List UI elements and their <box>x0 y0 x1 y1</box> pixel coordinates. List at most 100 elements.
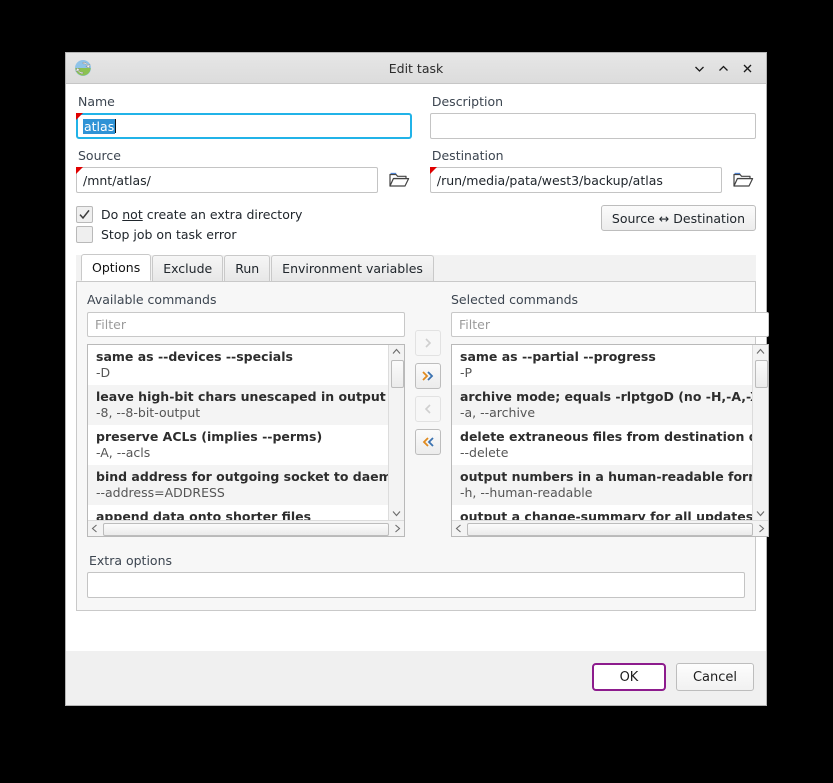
list-item[interactable]: output numbers in a human-readable forma… <box>452 465 752 505</box>
scroll-right-icon[interactable] <box>391 522 404 535</box>
scroll-thumb[interactable] <box>755 360 768 388</box>
list-item-title: bind address for outgoing socket to daem… <box>96 469 388 484</box>
list-item[interactable]: delete extraneous files from destination… <box>452 425 752 465</box>
list-item[interactable]: output a change-summary for all updates <box>452 505 752 520</box>
ok-button[interactable]: OK <box>591 663 666 691</box>
tab-options[interactable]: Options <box>81 254 152 281</box>
scroll-track[interactable] <box>389 358 404 507</box>
description-field-group: Description <box>429 94 756 139</box>
scroll-up-icon[interactable] <box>756 345 765 358</box>
transfer-buttons <box>405 292 451 455</box>
checkbox-label-post: create an extra directory <box>142 207 303 222</box>
command-lists: Available commands Filter same as --devi… <box>87 292 769 537</box>
sync-icon <box>74 59 92 77</box>
checkbox-box <box>76 206 93 223</box>
list-item-title: same as --partial --progress <box>460 349 656 364</box>
checkbox-stop-on-error[interactable]: Stop job on task error <box>76 226 591 243</box>
list-item-flags: -D <box>96 365 111 380</box>
list-item[interactable]: same as --devices --specials -D <box>88 345 388 385</box>
modified-marker-icon <box>429 167 437 174</box>
list-item-title: delete extraneous files from destination… <box>460 429 752 444</box>
modified-marker-icon <box>76 113 83 120</box>
list-item[interactable]: archive mode; equals -rlptgoD (no -H,-A,… <box>452 385 752 425</box>
list-item[interactable]: preserve ACLs (implies --perms) -A, --ac… <box>88 425 388 465</box>
scroll-left-icon[interactable] <box>452 522 465 535</box>
description-input[interactable] <box>429 113 756 139</box>
selected-horizontal-scrollbar[interactable] <box>452 520 768 536</box>
add-all-button[interactable] <box>415 363 441 389</box>
available-items: same as --devices --specials -D leave hi… <box>88 345 388 520</box>
chevron-left-icon <box>424 404 431 414</box>
selected-filter-input[interactable]: Filter <box>451 312 769 337</box>
available-filter-input[interactable]: Filter <box>87 312 405 337</box>
list-item-flags: -A, --acls <box>96 445 151 460</box>
checkbox-label-accel: not <box>122 207 143 222</box>
swap-source-destination-button[interactable]: Source ↔ Destination <box>600 205 756 231</box>
swap-button-wrap: Source ↔ Destination <box>600 203 756 231</box>
chevron-up-icon[interactable] <box>712 57 734 79</box>
available-vertical-scrollbar[interactable] <box>388 345 404 520</box>
remove-one-button[interactable] <box>415 396 441 422</box>
source-input[interactable]: /mnt/atlas/ <box>76 167 378 193</box>
checkmark-icon <box>79 209 90 220</box>
name-field-group: Name atlas <box>76 94 412 139</box>
list-item[interactable]: append data onto shorter files <box>88 505 388 520</box>
source-browse-button[interactable] <box>386 167 412 193</box>
scroll-down-icon[interactable] <box>756 507 765 520</box>
list-item-title: same as --devices --specials <box>96 349 293 364</box>
scroll-track[interactable] <box>101 521 391 536</box>
scroll-thumb[interactable] <box>391 360 404 388</box>
tab-run[interactable]: Run <box>224 255 271 281</box>
selected-items: same as --partial --progress -P archive … <box>452 345 752 520</box>
name-input-value: atlas <box>83 118 116 134</box>
tab-exclude[interactable]: Exclude <box>152 255 224 281</box>
extra-options-input[interactable] <box>87 572 745 598</box>
available-commands-list[interactable]: same as --devices --specials -D leave hi… <box>87 344 405 537</box>
checkbox-no-extra-directory[interactable]: Do not create an extra directory <box>76 206 591 223</box>
selected-commands-list[interactable]: same as --partial --progress -P archive … <box>451 344 769 537</box>
available-horizontal-scrollbar[interactable] <box>88 520 404 536</box>
dialog-footer: OK Cancel <box>66 651 766 705</box>
add-one-button[interactable] <box>415 330 441 356</box>
list-item[interactable]: leave high-bit chars unescaped in output… <box>88 385 388 425</box>
close-icon[interactable] <box>736 57 758 79</box>
selected-vertical-scrollbar[interactable] <box>752 345 768 520</box>
list-item-title: archive mode; equals -rlptgoD (no -H,-A,… <box>460 389 752 404</box>
remove-all-button[interactable] <box>415 429 441 455</box>
list-item-title: leave high-bit chars unescaped in output <box>96 389 386 404</box>
scroll-track[interactable] <box>465 521 755 536</box>
tab-environment-variables[interactable]: Environment variables <box>271 255 434 281</box>
available-commands-column: Available commands Filter same as --devi… <box>87 292 405 537</box>
scroll-up-icon[interactable] <box>392 345 401 358</box>
list-item[interactable]: bind address for outgoing socket to daem… <box>88 465 388 505</box>
folder-open-icon <box>389 172 410 187</box>
name-description-row: Name atlas Description <box>76 94 756 139</box>
destination-input[interactable]: /run/media/pata/west3/backup/atlas <box>429 167 722 193</box>
scroll-right-icon[interactable] <box>755 522 768 535</box>
destination-browse-button[interactable] <box>730 167 756 193</box>
list-item-title: preserve ACLs (implies --perms) <box>96 429 323 444</box>
scroll-track[interactable] <box>753 358 768 507</box>
name-input[interactable]: atlas <box>76 113 412 139</box>
text-caret <box>115 119 117 133</box>
cancel-button[interactable]: Cancel <box>675 663 754 691</box>
chevron-down-icon[interactable] <box>688 57 710 79</box>
modified-marker-icon <box>76 167 83 174</box>
source-label: Source <box>78 148 121 163</box>
selected-commands-column: Selected commands Filter same as --parti… <box>451 292 769 537</box>
extra-options-group: Extra options <box>87 553 745 598</box>
selected-commands-label: Selected commands <box>451 292 579 307</box>
scroll-thumb[interactable] <box>467 523 753 536</box>
list-item-title: output numbers in a human-readable forma… <box>460 469 752 484</box>
scroll-left-icon[interactable] <box>88 522 101 535</box>
list-item[interactable]: same as --partial --progress -P <box>452 345 752 385</box>
checkbox-label: Stop job on task error <box>101 227 237 242</box>
window-controls <box>688 57 766 79</box>
source-input-wrap: /mnt/atlas/ <box>76 167 412 193</box>
checkbox-box <box>76 226 93 243</box>
scroll-down-icon[interactable] <box>392 507 401 520</box>
source-field-group: Source /mnt/atlas/ <box>76 148 412 193</box>
scroll-thumb[interactable] <box>103 523 389 536</box>
folder-open-icon <box>733 172 754 187</box>
list-item-flags: --address=ADDRESS <box>96 485 225 500</box>
